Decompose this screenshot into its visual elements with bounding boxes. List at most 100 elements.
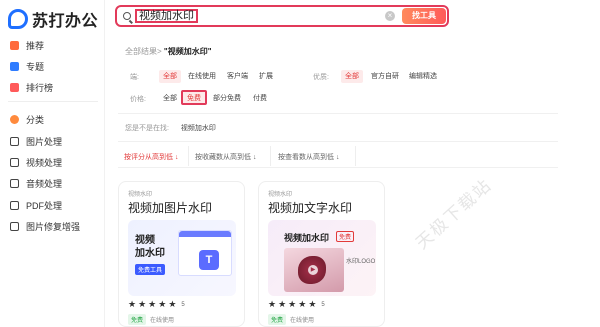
filter-quality-official[interactable]: 官方自研	[367, 70, 403, 83]
sidebar-item-label: 图片修复增强	[26, 221, 81, 232]
thumb-logo-text: 水印LOGO	[346, 259, 376, 265]
star-icon: ★	[308, 299, 317, 309]
search-bar: 视频加水印 × 找工具	[115, 5, 449, 27]
video-icon	[10, 157, 19, 167]
divider	[118, 141, 558, 142]
clear-icon[interactable]: ×	[385, 11, 395, 21]
sidebar-item-category[interactable]: 分类	[10, 112, 44, 126]
rating-value: 5	[321, 301, 325, 308]
filter-platform-all[interactable]: 全部	[159, 70, 181, 83]
filter-label-price: 价格:	[130, 96, 146, 103]
audio-icon	[10, 178, 19, 188]
image-repair-icon	[10, 221, 19, 231]
filter-price-free[interactable]: 免费	[181, 90, 207, 105]
image-icon	[10, 136, 19, 146]
sort-by-rating[interactable]: 按评分从高到低 ↓	[124, 152, 178, 162]
app-logo[interactable]: 苏打办公	[8, 7, 98, 31]
rating-stars: ★ ★ ★ ★ ★ 5	[268, 299, 325, 310]
star-icon: ★	[278, 299, 287, 309]
recommend-icon	[10, 40, 19, 50]
did-you-mean-label: 您是不是在找:	[125, 125, 169, 132]
star-icon: ★	[288, 299, 297, 309]
did-you-mean-value[interactable]: 视频加水印	[181, 125, 216, 132]
sidebar-item-image-repair[interactable]: 图片修复增强	[10, 219, 80, 233]
card-category: 视频水印	[128, 192, 153, 198]
card-thumbnail: 视频 加水印 免费工具 T	[128, 220, 236, 296]
sort-separator	[355, 146, 356, 166]
star-icon: ★	[268, 299, 277, 309]
sort-separator	[188, 146, 189, 166]
rating-value: 5	[181, 301, 185, 308]
sidebar-item-pdf[interactable]: PDF处理	[10, 198, 62, 212]
card-category: 视频水印	[268, 192, 293, 198]
watermark: 天极下载站	[412, 175, 496, 253]
card-title[interactable]: 视频加图片水印	[128, 199, 212, 216]
sort-by-views[interactable]: 按查看数从高到低 ↓	[278, 152, 339, 162]
sidebar-item-label: 视频处理	[26, 157, 63, 168]
play-icon: ▶	[308, 265, 318, 275]
category-icon	[10, 114, 19, 124]
search-input[interactable]: 视频加水印	[135, 9, 198, 23]
sidebar-item-image[interactable]: 图片处理	[10, 134, 62, 148]
filter-label-quality: 优质:	[313, 74, 329, 81]
mode-tag: 在线使用	[150, 318, 175, 324]
sidebar-item-label: 音频处理	[26, 178, 63, 189]
sidebar-item-ranking[interactable]: 排行榜	[10, 80, 53, 94]
rating-stars: ★ ★ ★ ★ ★ 5	[128, 299, 185, 310]
topic-icon	[10, 61, 19, 71]
sidebar-item-label: 推荐	[26, 40, 45, 51]
filter-quality-all[interactable]: 全部	[341, 70, 363, 83]
tool-card[interactable]: 视频水印 视频加图片水印 视频 加水印 免费工具 T ★ ★ ★ ★ ★ 5 免…	[118, 181, 245, 327]
text-icon: T	[199, 250, 219, 270]
filter-price-partial[interactable]: 部分免费	[209, 92, 245, 105]
star-icon: ★	[128, 299, 137, 309]
thumb-title: 视频 加水印	[135, 235, 165, 259]
filter-quality-editor[interactable]: 编辑精选	[405, 70, 441, 83]
breadcrumb-prefix[interactable]: 全部结果>	[125, 47, 162, 56]
search-icon	[123, 12, 131, 20]
card-title[interactable]: 视频加文字水印	[268, 199, 352, 216]
mode-tag: 在线使用	[290, 318, 315, 324]
did-you-mean: 您是不是在找: 视频加水印	[125, 123, 216, 133]
star-icon: ★	[138, 299, 147, 309]
sidebar-item-video[interactable]: 视频处理	[10, 155, 62, 169]
thumb-window-bar	[179, 231, 231, 237]
sidebar-divider	[8, 101, 98, 102]
filter-platform-client[interactable]: 客户端	[223, 70, 252, 83]
filter-platform-online[interactable]: 在线使用	[184, 70, 220, 83]
filter-price-paid[interactable]: 付费	[249, 92, 271, 105]
filter-price-all[interactable]: 全部	[159, 92, 181, 105]
tool-card[interactable]: 视频水印 视频加文字水印 视频加水印 免费 ▶ 水印LOGO ★ ★ ★ ★ ★…	[258, 181, 385, 327]
divider	[118, 113, 558, 114]
sort-by-favorites[interactable]: 按收藏数从高到低 ↓	[195, 152, 256, 162]
card-tags: 免费 在线使用	[268, 314, 314, 325]
ranking-icon	[10, 82, 19, 92]
sidebar-item-label: PDF处理	[26, 200, 63, 211]
sidebar-item-label: 排行榜	[26, 82, 54, 93]
sort-separator	[270, 146, 271, 166]
free-badge: 免费	[128, 314, 147, 325]
sidebar-item-label: 专题	[26, 61, 45, 72]
divider	[118, 167, 558, 168]
sidebar-item-audio[interactable]: 音频处理	[10, 176, 62, 190]
sidebar-item-label: 图片处理	[26, 136, 63, 147]
filter-platform-extension[interactable]: 扩展	[255, 70, 277, 83]
pdf-icon	[10, 200, 19, 210]
sidebar-item-topic[interactable]: 专题	[10, 59, 44, 73]
star-icon: ★	[168, 299, 177, 309]
app-name: 苏打办公	[32, 13, 99, 30]
thumb-badge: 免费	[336, 231, 355, 242]
card-tags: 免费 在线使用	[128, 314, 174, 325]
thumb-photo: ▶	[284, 248, 344, 292]
sidebar-item-label: 分类	[26, 114, 45, 125]
search-button[interactable]: 找工具	[402, 8, 446, 24]
breadcrumb-query: "视频加水印"	[163, 47, 212, 56]
breadcrumb: 全部结果> "视频加水印"	[125, 46, 212, 57]
star-icon: ★	[298, 299, 307, 309]
card-thumbnail: 视频加水印 免费 ▶ 水印LOGO	[268, 220, 376, 296]
logo-icon	[8, 9, 28, 29]
star-icon: ★	[158, 299, 167, 309]
sidebar: 苏打办公 推荐 专题 排行榜 分类 图片处理 视频处理 音频处理 PDF处理 图…	[0, 0, 105, 327]
thumb-title: 视频加水印	[284, 233, 330, 243]
sidebar-item-recommend[interactable]: 推荐	[10, 38, 44, 52]
